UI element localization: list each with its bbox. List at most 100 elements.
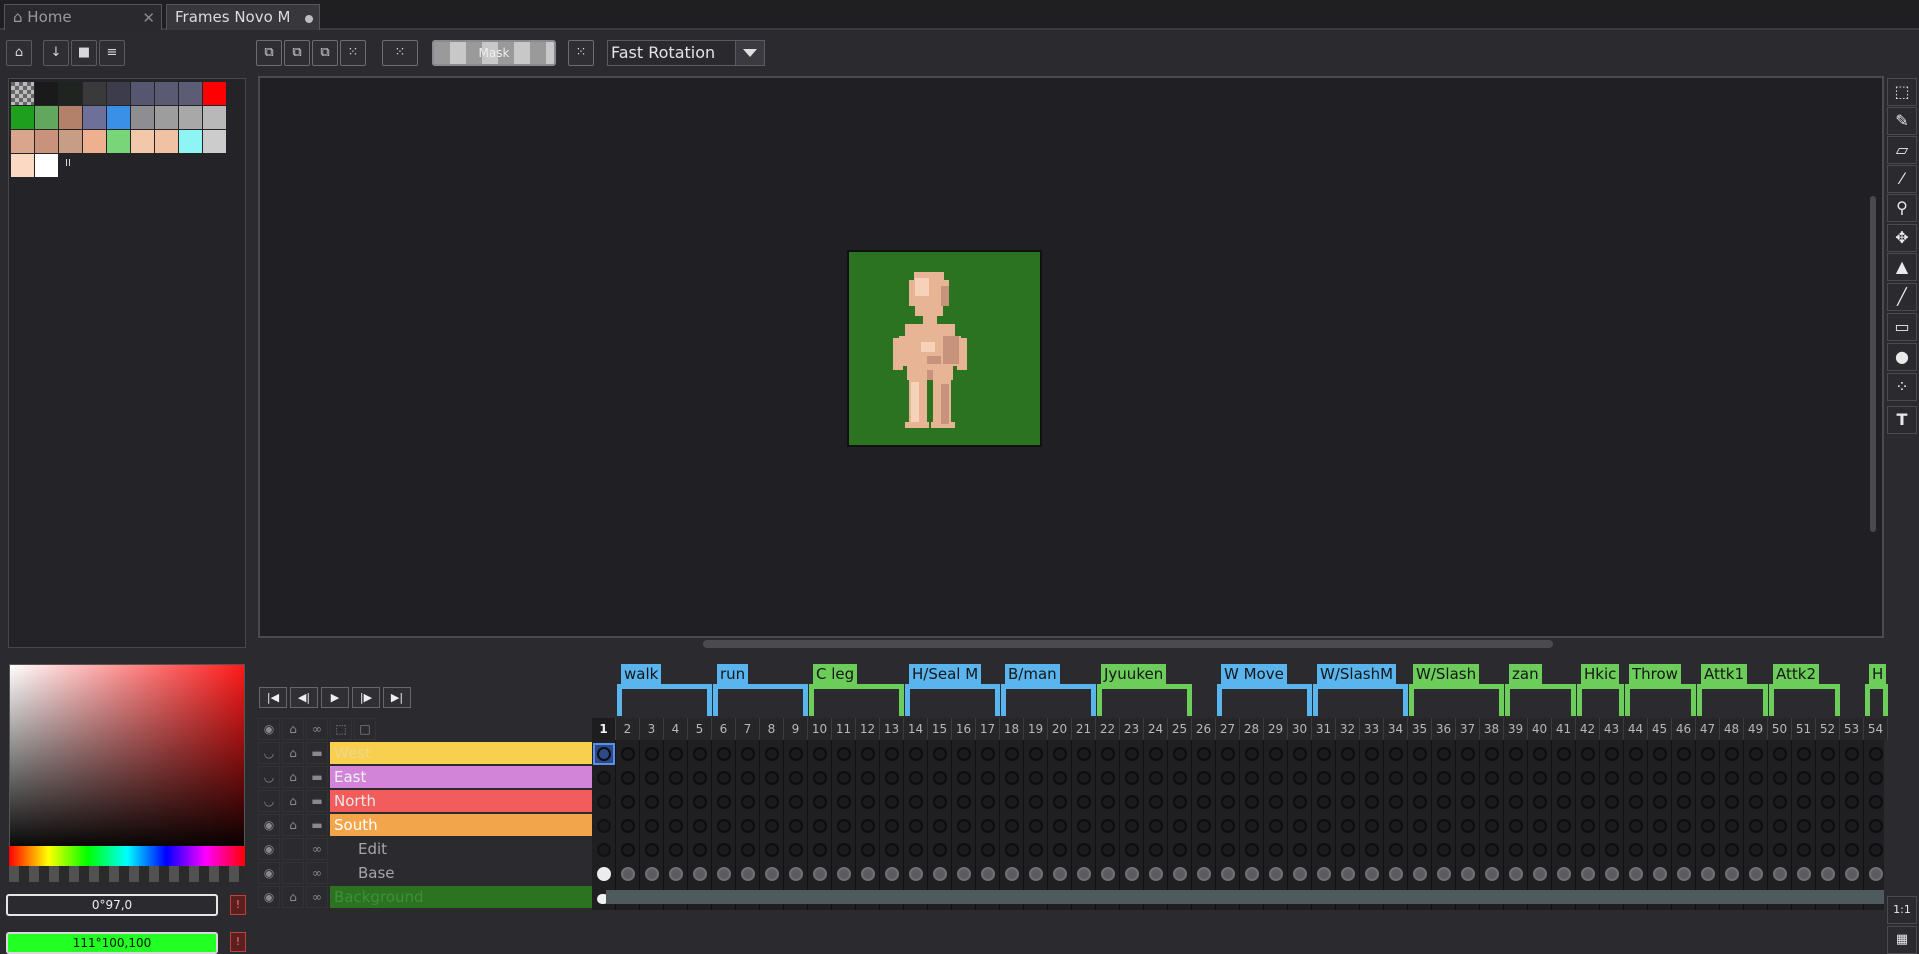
cel-icon[interactable] (621, 747, 635, 761)
cel-icon[interactable] (1389, 843, 1403, 857)
line-icon[interactable]: ╱ (1887, 283, 1917, 311)
cel-icon[interactable] (1869, 771, 1883, 785)
cel-icon[interactable] (741, 795, 755, 809)
animation-tag-label[interactable]: Attk2 (1773, 664, 1819, 685)
animation-tag-label[interactable]: zan (1509, 664, 1542, 685)
cel-icon[interactable] (789, 843, 803, 857)
cel-icon[interactable] (1653, 867, 1667, 881)
frame-number[interactable]: 13 (880, 718, 904, 740)
frame-number[interactable]: 36 (1432, 718, 1456, 740)
cel-icon[interactable] (957, 819, 971, 833)
onion-skin-icon[interactable]: ⬚ (330, 718, 352, 740)
cel-icon[interactable] (909, 747, 923, 761)
palette-swatch[interactable] (35, 82, 58, 105)
frame-number[interactable]: 51 (1792, 718, 1816, 740)
cel-icon[interactable] (813, 843, 827, 857)
cel-icon[interactable] (1317, 771, 1331, 785)
palette-swatch[interactable] (11, 130, 34, 153)
cel-icon[interactable] (1461, 771, 1475, 785)
blob-icon[interactable]: ● (1887, 343, 1917, 371)
cel-icon[interactable] (765, 771, 779, 785)
cel-icon[interactable] (717, 747, 731, 761)
cel-icon[interactable] (1053, 819, 1067, 833)
cel-icon[interactable] (669, 771, 683, 785)
cel-icon[interactable] (1365, 795, 1379, 809)
cel-icon[interactable] (1149, 795, 1163, 809)
cel-icon[interactable] (933, 819, 947, 833)
cel-icon[interactable] (837, 843, 851, 857)
cel-icon[interactable] (1629, 867, 1643, 881)
frame-number[interactable]: 39 (1504, 718, 1528, 740)
cel-icon[interactable] (1197, 867, 1211, 881)
import-icon[interactable]: ↓ (43, 40, 69, 66)
lock-icon[interactable]: ⌂ (6, 40, 32, 66)
frame-number[interactable]: 10 (808, 718, 832, 740)
cel-icon[interactable] (717, 771, 731, 785)
frame-number[interactable]: 17 (976, 718, 1000, 740)
cel-icon[interactable] (1413, 843, 1427, 857)
cel-icon[interactable] (597, 867, 611, 881)
cel-icon[interactable] (741, 867, 755, 881)
cel-icon[interactable] (861, 747, 875, 761)
frame-number[interactable]: 20 (1048, 718, 1072, 740)
frame-number[interactable]: 11 (832, 718, 856, 740)
frame-number[interactable]: 28 (1240, 718, 1264, 740)
cel-icon[interactable] (1245, 795, 1259, 809)
cel-icon[interactable] (1557, 843, 1571, 857)
cel-icon[interactable] (1341, 867, 1355, 881)
cel-icon[interactable] (1869, 819, 1883, 833)
cel-icon[interactable] (813, 795, 827, 809)
cel-icon[interactable] (1077, 747, 1091, 761)
palette-swatch[interactable] (203, 130, 226, 153)
cel-icon[interactable] (693, 843, 707, 857)
cel-icon[interactable] (1629, 795, 1643, 809)
cel-icon[interactable] (1725, 819, 1739, 833)
canvas-area[interactable] (258, 76, 1884, 638)
cel-icon[interactable] (789, 819, 803, 833)
cel-icon[interactable] (1485, 747, 1499, 761)
cel-icon[interactable] (933, 867, 947, 881)
animation-tag-label[interactable]: W/SlashM (1317, 664, 1397, 685)
animation-tag-label[interactable]: walk (621, 664, 662, 685)
frame-number[interactable]: 5 (688, 718, 712, 740)
cel-icon[interactable] (1245, 819, 1259, 833)
cel-icon[interactable] (1149, 819, 1163, 833)
frame-number[interactable]: 4 (664, 718, 688, 740)
timeline-toggle-icon[interactable]: ▦ (1887, 926, 1917, 954)
cel-icon[interactable] (645, 795, 659, 809)
cel-icon[interactable] (1797, 771, 1811, 785)
cel-icon[interactable] (1269, 867, 1283, 881)
cel-icon[interactable] (933, 747, 947, 761)
cel-icon[interactable] (1269, 843, 1283, 857)
cel-icon[interactable] (1725, 843, 1739, 857)
cel-icon[interactable] (621, 771, 635, 785)
cel-icon[interactable] (837, 867, 851, 881)
cel-icon[interactable] (1125, 747, 1139, 761)
cel-icon[interactable] (597, 771, 611, 785)
next-frame-icon[interactable]: |▶ (352, 687, 380, 708)
cel-icon[interactable] (1725, 771, 1739, 785)
cel-icon[interactable] (1173, 795, 1187, 809)
cel-icon[interactable] (1317, 747, 1331, 761)
cel-icon[interactable] (1533, 747, 1547, 761)
cel-icon[interactable] (1173, 867, 1187, 881)
cel-icon[interactable] (1125, 771, 1139, 785)
cel-icon[interactable] (861, 795, 875, 809)
selection-subtract-icon[interactable]: ⧉ (312, 40, 338, 66)
cel-icon[interactable] (885, 819, 899, 833)
eye-icon[interactable]: ◉ (258, 838, 280, 860)
cel-icon[interactable] (1653, 819, 1667, 833)
cel-icon[interactable] (1749, 819, 1763, 833)
link-icon[interactable]: ▬ (306, 814, 328, 836)
cel-icon[interactable] (1533, 843, 1547, 857)
layer-name[interactable]: Background (330, 886, 592, 908)
cel-icon[interactable] (1701, 819, 1715, 833)
palette-swatch[interactable] (59, 106, 82, 129)
cel-icon[interactable] (1821, 867, 1835, 881)
cel-icon[interactable] (1365, 819, 1379, 833)
cel-icon[interactable] (885, 771, 899, 785)
cel-icon[interactable] (765, 747, 779, 761)
cel-icon[interactable] (1077, 867, 1091, 881)
mask-button[interactable]: Mask (432, 40, 556, 66)
rectangular-marquee-icon[interactable]: ⬚ (1887, 78, 1917, 106)
